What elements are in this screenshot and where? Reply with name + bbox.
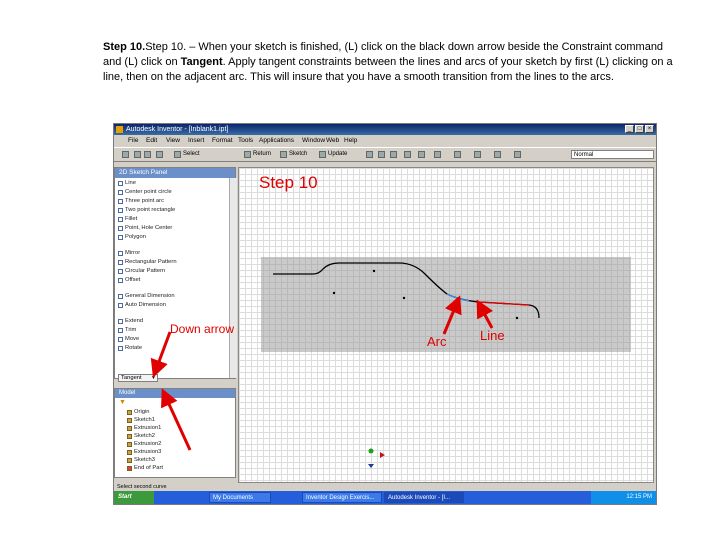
down-arrow-pointer: [150, 331, 172, 378]
browser-pointer: [161, 388, 192, 451]
arc-pointer: [442, 295, 462, 335]
line-pointer: [476, 299, 494, 329]
annotation-arrows: [150, 295, 494, 451]
